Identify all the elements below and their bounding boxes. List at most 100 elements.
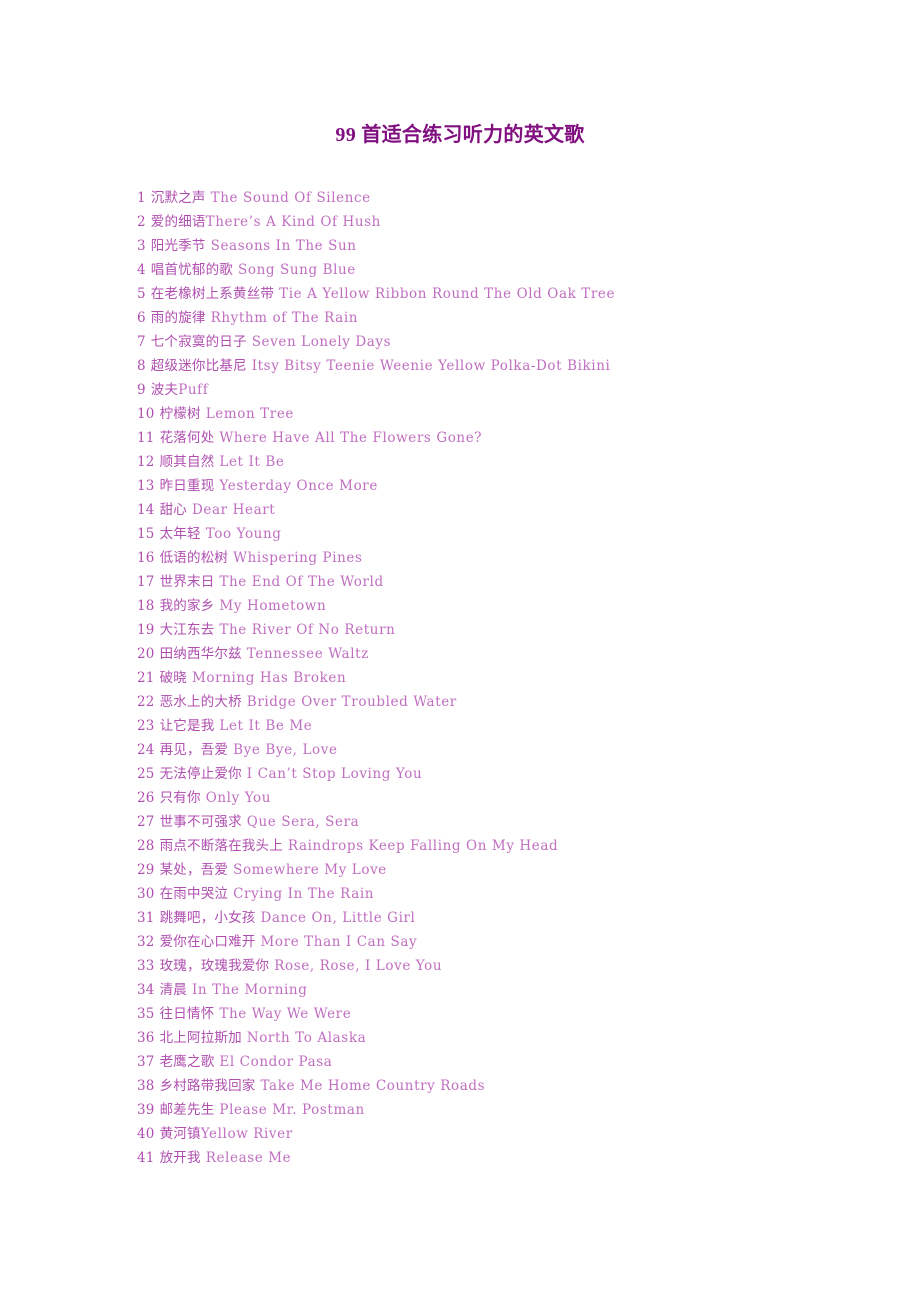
song-title-chinese: 昨日重现 <box>159 478 215 494</box>
song-index: 26 <box>137 790 155 806</box>
song-title-chinese: 沉默之声 <box>150 190 206 206</box>
song-index: 14 <box>137 502 155 518</box>
song-title-english: Let It Be Me <box>219 718 313 734</box>
song-title-chinese: 跳舞吧，小女孩 <box>159 910 256 926</box>
song-title-chinese: 超级迷你比基尼 <box>150 358 247 374</box>
song-title-chinese: 七个寂寞的日子 <box>150 334 247 350</box>
song-index: 11 <box>137 430 155 446</box>
song-title-english: Please Mr. Postman <box>219 1102 365 1118</box>
song-title-chinese: 田纳西华尔兹 <box>159 646 242 662</box>
list-item: 1 沉默之声 The Sound Of Silence <box>137 186 877 210</box>
song-title-english: Rose, Rose, I Love You <box>274 958 443 974</box>
song-title-english: North To Alaska <box>246 1030 367 1046</box>
song-title-english: Let It Be <box>219 454 285 470</box>
song-title-chinese: 无法停止爱你 <box>159 766 242 782</box>
song-title-english: In The Morning <box>192 982 308 998</box>
song-title-english: Release Me <box>205 1150 292 1166</box>
song-index: 39 <box>137 1102 155 1118</box>
list-item: 20 田纳西华尔兹 Tennessee Waltz <box>137 642 877 666</box>
list-item: 28 雨点不断落在我头上 Raindrops Keep Falling On My … <box>137 834 877 858</box>
song-title-english: Seasons In The Sun <box>210 238 357 254</box>
song-index: 38 <box>137 1078 155 1094</box>
song-index: 15 <box>137 526 155 542</box>
song-title-chinese: 柠檬树 <box>159 406 201 422</box>
song-title-chinese: 破晓 <box>159 670 187 686</box>
song-index: 35 <box>137 1006 155 1022</box>
song-index: 5 <box>137 286 146 302</box>
song-title-english: The Way We Were <box>219 1006 352 1022</box>
song-title-chinese: 波夫 <box>150 382 179 398</box>
song-title-chinese: 太年轻 <box>159 526 201 542</box>
song-index: 36 <box>137 1030 155 1046</box>
page-title: 99 首适合练习听力的英文歌 <box>335 124 585 146</box>
song-title-chinese: 我的家乡 <box>159 598 215 614</box>
song-title-chinese: 让它是我 <box>159 718 215 734</box>
song-list: 1 沉默之声 The Sound Of Silence 2 爱的细语There’s A … <box>137 186 877 1170</box>
song-index: 9 <box>137 382 146 398</box>
song-title-english: Seven Lonely Days <box>251 334 392 350</box>
song-title-english: The Sound Of Silence <box>210 190 371 206</box>
song-index: 1 <box>137 190 146 206</box>
song-index: 29 <box>137 862 155 878</box>
song-title-english: Morning Has Broken <box>192 670 347 686</box>
song-title-chinese: 再见，吾爱 <box>159 742 229 758</box>
song-title-english: Puff <box>178 382 209 398</box>
song-title-chinese: 甜心 <box>159 502 187 518</box>
song-index: 6 <box>137 310 146 326</box>
song-title-english: Yellow River <box>200 1126 293 1142</box>
song-title-english: My Hometown <box>219 598 327 614</box>
list-item: 5 在老橡树上系黄丝带 Tie A Yellow Ribbon Round The … <box>137 282 877 306</box>
song-index: 37 <box>137 1054 155 1070</box>
song-title-chinese: 阳光季节 <box>150 238 206 254</box>
list-item: 18 我的家乡 My Hometown <box>137 594 877 618</box>
song-index: 8 <box>137 358 146 374</box>
song-title-chinese: 只有你 <box>159 790 201 806</box>
song-title-chinese: 黄河镇 <box>159 1126 201 1142</box>
song-title-english: Tie A Yellow Ribbon Round The Old Oak Tr… <box>279 286 616 302</box>
song-title-english: Dear Heart <box>192 502 276 518</box>
list-item: 13 昨日重现 Yesterday Once More <box>137 474 877 498</box>
list-item: 23 让它是我 Let It Be Me <box>137 714 877 738</box>
list-item: 9 波夫Puff <box>137 378 877 402</box>
list-item: 14 甜心 Dear Heart <box>137 498 877 522</box>
list-item: 33 玫瑰，玫瑰我爱你 Rose, Rose, I Love You <box>137 954 877 978</box>
list-item: 4 唱首忧郁的歌 Song Sung Blue <box>137 258 877 282</box>
document-page: 99 首适合练习听力的英文歌 1 沉默之声 The Sound Of Silence… <box>0 0 920 1302</box>
song-title-chinese: 某处，吾爱 <box>159 862 229 878</box>
list-item: 31 跳舞吧，小女孩 Dance On, Little Girl <box>137 906 877 930</box>
song-title-chinese: 放开我 <box>159 1150 201 1166</box>
list-item: 11 花落何处 Where Have All The Flowers Gone? <box>137 426 877 450</box>
song-title-chinese: 北上阿拉斯加 <box>159 1030 242 1046</box>
song-title-chinese: 往日情怀 <box>159 1006 215 1022</box>
song-title-chinese: 清晨 <box>159 982 187 998</box>
list-item: 17 世界末日 The End Of The World <box>137 570 877 594</box>
song-title-chinese: 爱你在心口难开 <box>159 934 256 950</box>
song-index: 28 <box>137 838 155 854</box>
song-index: 22 <box>137 694 155 710</box>
song-title-chinese: 邮差先生 <box>159 1102 215 1118</box>
song-index: 40 <box>137 1126 155 1142</box>
song-title-english: Only You <box>205 790 272 806</box>
list-item: 10 柠檬树 Lemon Tree <box>137 402 877 426</box>
song-title-chinese: 雨点不断落在我头上 <box>159 838 283 854</box>
list-item: 41 放开我 Release Me <box>137 1146 877 1170</box>
song-title-chinese: 大江东去 <box>159 622 215 638</box>
song-title-chinese: 老鹰之歌 <box>159 1054 215 1070</box>
song-title-english: Tennessee Waltz <box>246 646 369 662</box>
song-index: 18 <box>137 598 155 614</box>
list-item: 19 大江东去 The River Of No Return <box>137 618 877 642</box>
song-index: 24 <box>137 742 155 758</box>
list-item: 3 阳光季节 Seasons In The Sun <box>137 234 877 258</box>
song-title-english: Somewhere My Love <box>233 862 387 878</box>
list-item: 22 恶水上的大桥 Bridge Over Troubled Water <box>137 690 877 714</box>
song-title-chinese: 乡村路带我回家 <box>159 1078 256 1094</box>
song-index: 3 <box>137 238 146 254</box>
list-item: 12 顺其自然 Let It Be <box>137 450 877 474</box>
song-title-chinese: 雨的旋律 <box>150 310 206 326</box>
song-title-english: Song Sung Blue <box>238 262 356 278</box>
song-title-english: I Can’t Stop Loving You <box>246 766 423 782</box>
song-title-english: More Than I Can Say <box>260 934 418 950</box>
song-index: 32 <box>137 934 155 950</box>
list-item: 6 雨的旋律 Rhythm of The Rain <box>137 306 877 330</box>
song-index: 17 <box>137 574 155 590</box>
